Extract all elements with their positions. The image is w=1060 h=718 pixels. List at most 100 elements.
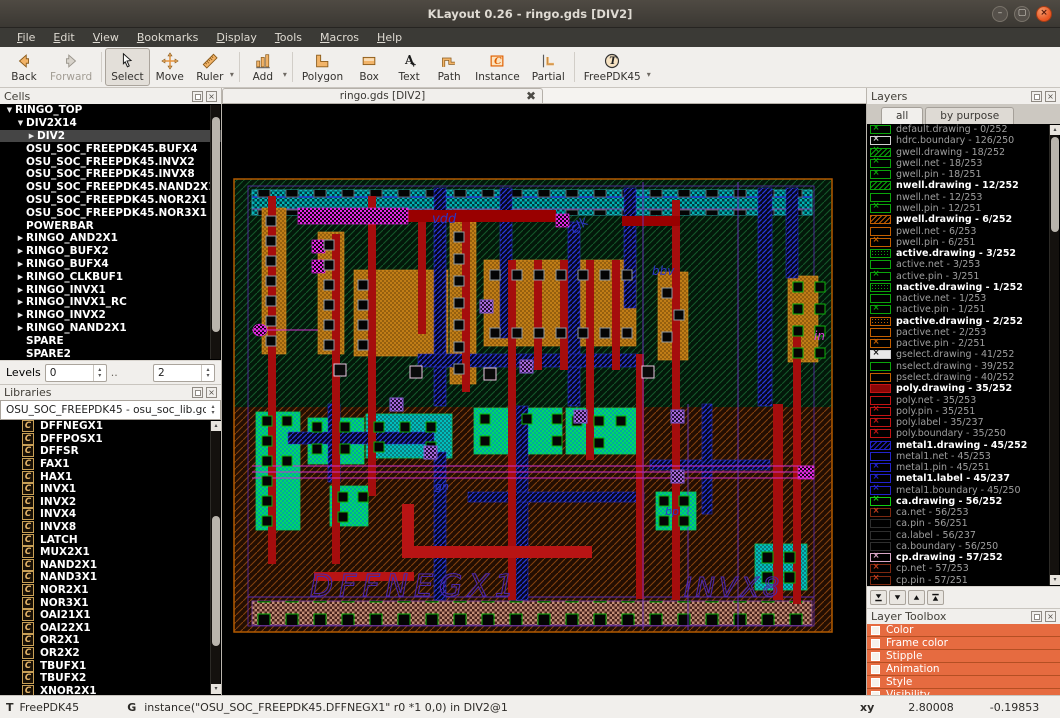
layer-row-default.drawing[interactable]: ×default.drawing - 0/252 bbox=[867, 124, 1060, 135]
library-cell-list[interactable]: CDFFNEGX1CDFFPOSX1CDFFSRCFAX1CHAX1CINVX1… bbox=[0, 420, 221, 695]
cell-tree-item-osu_soc_freepdk45.nor2x1[interactable]: OSU_SOC_FREEPDK45.NOR2X1 bbox=[0, 194, 221, 207]
layer-swatch[interactable] bbox=[870, 294, 891, 303]
cell-tree-item-ringo_clkbuf1[interactable]: ▶RINGO_CLKBUF1 bbox=[0, 270, 221, 283]
toolbox-item-color[interactable]: Color bbox=[867, 624, 1060, 637]
layer-swatch[interactable] bbox=[870, 531, 891, 540]
library-cell-mux2x1[interactable]: CMUX2X1 bbox=[0, 546, 221, 559]
menu-display[interactable]: Display bbox=[207, 31, 266, 44]
layer-row-nselect.drawing[interactable]: nselect.drawing - 39/252 bbox=[867, 361, 1060, 372]
layer-row-pactive.drawing[interactable]: pactive.drawing - 2/252 bbox=[867, 316, 1060, 327]
move-layer-top-button[interactable] bbox=[927, 590, 944, 605]
layer-swatch[interactable]: × bbox=[870, 486, 891, 495]
layer-row-gselect.drawing[interactable]: ×gselect.drawing - 41/252 bbox=[867, 349, 1060, 360]
layer-swatch[interactable] bbox=[870, 542, 891, 551]
toolbox-checkbox[interactable] bbox=[871, 652, 880, 661]
toolbox-item-style[interactable]: Style bbox=[867, 676, 1060, 689]
layer-row-metal1.drawing[interactable]: metal1.drawing - 45/252 bbox=[867, 439, 1060, 450]
cell-tree-item-ringo_nand2x1[interactable]: ▶RINGO_NAND2X1 bbox=[0, 322, 221, 335]
layer-swatch[interactable] bbox=[870, 384, 891, 393]
layer-swatch[interactable] bbox=[870, 260, 891, 269]
library-cell-fax1[interactable]: CFAX1 bbox=[0, 458, 221, 471]
dropdown-caret-icon[interactable]: ▾ bbox=[230, 70, 234, 79]
polygon-button[interactable]: Polygon bbox=[296, 48, 349, 86]
close-button[interactable]: × bbox=[1036, 6, 1052, 22]
layer-row-pactive.net[interactable]: pactive.net - 2/253 bbox=[867, 327, 1060, 338]
layer-row-poly.label[interactable]: ×poly.label - 35/237 bbox=[867, 417, 1060, 428]
toolbox-checkbox[interactable] bbox=[871, 626, 880, 635]
layer-row-ca.boundary[interactable]: ca.boundary - 56/250 bbox=[867, 541, 1060, 552]
layer-swatch[interactable] bbox=[870, 193, 891, 202]
library-selector[interactable]: OSU_SOC_FREEPDK45 - osu_soc_lib.gds ▴▾ bbox=[0, 400, 221, 420]
layer-swatch[interactable]: × bbox=[870, 418, 891, 427]
layer-row-ca.pin[interactable]: ca.pin - 56/251 bbox=[867, 518, 1060, 529]
layer-swatch[interactable]: × bbox=[870, 238, 891, 247]
window-titlebar[interactable]: KLayout 0.26 - ringo.gds [DIV2] – ▢ × bbox=[0, 0, 1060, 28]
layer-swatch[interactable] bbox=[870, 328, 891, 337]
minimize-button[interactable]: – bbox=[992, 6, 1008, 22]
move-layer-down-button[interactable] bbox=[889, 590, 906, 605]
cell-tree-item-osu_soc_freepdk45.invx2[interactable]: OSU_SOC_FREEPDK45.INVX2 bbox=[0, 155, 221, 168]
layer-swatch[interactable]: × bbox=[870, 474, 891, 483]
toolbox-checkbox[interactable] bbox=[871, 639, 880, 648]
partial-button[interactable]: Partial bbox=[526, 48, 571, 86]
path-button[interactable]: Path bbox=[429, 48, 469, 86]
expander-closed-icon[interactable]: ▶ bbox=[15, 298, 26, 306]
layer-swatch[interactable] bbox=[870, 317, 891, 326]
library-cell-or2x1[interactable]: COR2X1 bbox=[0, 634, 221, 647]
library-cell-oai21x1[interactable]: COAI21X1 bbox=[0, 609, 221, 622]
layer-swatch[interactable] bbox=[870, 373, 891, 382]
layer-row-metal1.boundary[interactable]: ×metal1.boundary - 45/250 bbox=[867, 485, 1060, 496]
move-layer-up-button[interactable] bbox=[908, 590, 925, 605]
layer-swatch[interactable] bbox=[870, 181, 891, 190]
layer-row-nwell.pin[interactable]: ×nwell.pin - 12/251 bbox=[867, 203, 1060, 214]
layer-swatch[interactable]: × bbox=[870, 136, 891, 145]
expander-closed-icon[interactable]: ▶ bbox=[15, 273, 26, 281]
layer-swatch[interactable] bbox=[870, 452, 891, 461]
layer-row-metal1.pin[interactable]: ×metal1.pin - 45/251 bbox=[867, 462, 1060, 473]
layer-row-ca.drawing[interactable]: ×ca.drawing - 56/252 bbox=[867, 496, 1060, 507]
text-button[interactable]: AText bbox=[389, 48, 429, 86]
layer-row-nactive.drawing[interactable]: nactive.drawing - 1/252 bbox=[867, 282, 1060, 293]
freepdk45-button[interactable]: TFreePDK45 bbox=[578, 48, 647, 86]
select-button[interactable]: Select bbox=[105, 48, 149, 86]
cell-tree-item-osu_soc_freepdk45.bufx4[interactable]: OSU_SOC_FREEPDK45.BUFX4 bbox=[0, 142, 221, 155]
cells-tree[interactable]: ▼RINGO_TOP▼DIV2X14▶DIV2OSU_SOC_FREEPDK45… bbox=[0, 104, 221, 360]
tab-close-icon[interactable]: ✖ bbox=[526, 89, 536, 104]
menu-help[interactable]: Help bbox=[368, 31, 411, 44]
expander-closed-icon[interactable]: ▶ bbox=[15, 234, 26, 242]
cell-tree-item-spare2[interactable]: SPARE2 bbox=[0, 347, 221, 360]
library-cell-dffposx1[interactable]: CDFFPOSX1 bbox=[0, 433, 221, 446]
layer-swatch[interactable] bbox=[870, 441, 891, 450]
cell-tree-item-div2[interactable]: ▶DIV2 bbox=[0, 130, 221, 143]
layer-swatch[interactable]: × bbox=[870, 125, 891, 134]
box-button[interactable]: Box bbox=[349, 48, 389, 86]
layout-canvas[interactable]: vdd clk bbv in gn bp DFFNEGX1 INVX8 bbox=[222, 104, 866, 695]
library-cell-dffnegx1[interactable]: CDFFNEGX1 bbox=[0, 420, 221, 433]
levels-from-spinner[interactable]: 0 ▴▾ bbox=[45, 364, 107, 382]
instance-button[interactable]: CInstance bbox=[469, 48, 526, 86]
back-button[interactable]: Back bbox=[4, 48, 44, 86]
layer-row-pactive.pin[interactable]: ×pactive.pin - 2/251 bbox=[867, 338, 1060, 349]
library-cell-oai22x1[interactable]: COAI22X1 bbox=[0, 622, 221, 635]
menu-file[interactable]: File bbox=[8, 31, 44, 44]
layer-swatch[interactable]: × bbox=[870, 463, 891, 472]
layer-row-nactive.net[interactable]: nactive.net - 1/253 bbox=[867, 293, 1060, 304]
cells-close-icon[interactable]: × bbox=[206, 91, 217, 102]
layer-row-poly.pin[interactable]: ×poly.pin - 35/251 bbox=[867, 406, 1060, 417]
spinner-arrows-icon[interactable]: ▴▾ bbox=[201, 365, 214, 381]
move-layer-bottom-button[interactable] bbox=[870, 590, 887, 605]
layer-swatch[interactable]: × bbox=[870, 159, 891, 168]
layer-row-nwell.net[interactable]: nwell.net - 12/253 bbox=[867, 192, 1060, 203]
expander-closed-icon[interactable]: ▶ bbox=[15, 286, 26, 294]
layer-row-metal1.label[interactable]: ×metal1.label - 45/237 bbox=[867, 473, 1060, 484]
cell-tree-item-osu_soc_freepdk45.nand2x1[interactable]: OSU_SOC_FREEPDK45.NAND2X1 bbox=[0, 181, 221, 194]
layer-swatch[interactable]: × bbox=[870, 148, 891, 157]
layer-swatch[interactable]: × bbox=[870, 564, 891, 573]
layer-swatch[interactable] bbox=[870, 283, 891, 292]
expander-closed-icon[interactable]: ▶ bbox=[15, 260, 26, 268]
library-scrollbar[interactable]: ▴ ▾ bbox=[210, 421, 220, 694]
cell-tree-item-ringo_bufx2[interactable]: ▶RINGO_BUFX2 bbox=[0, 245, 221, 258]
layer-row-cp.drawing[interactable]: ×cp.drawing - 57/252 bbox=[867, 552, 1060, 563]
expander-closed-icon[interactable]: ▶ bbox=[15, 324, 26, 332]
library-cell-or2x2[interactable]: COR2X2 bbox=[0, 647, 221, 660]
